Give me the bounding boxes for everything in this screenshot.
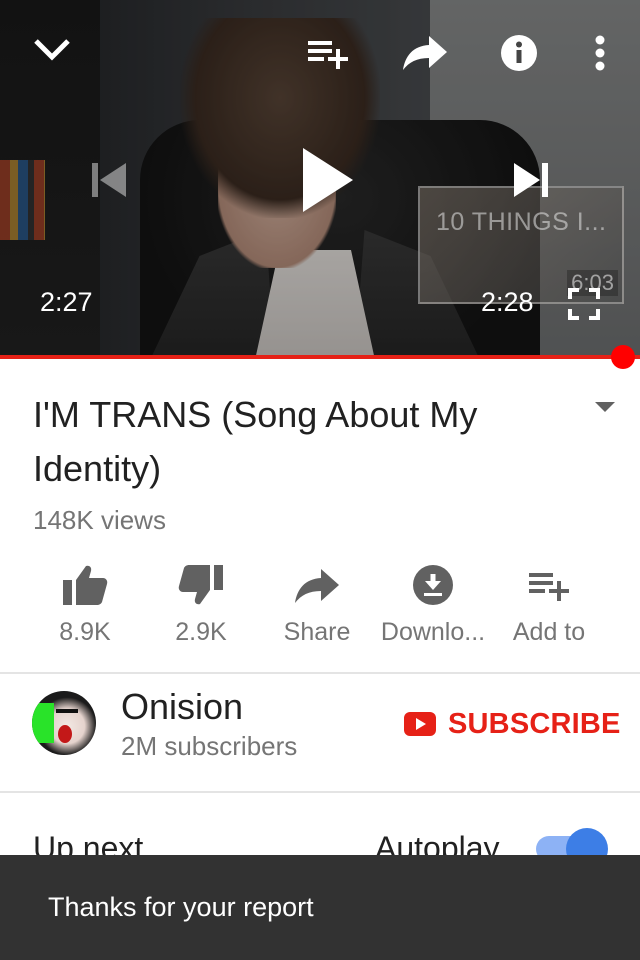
- play-icon: [303, 148, 353, 212]
- subscriber-count: 2M subscribers: [121, 731, 298, 761]
- fullscreen-button[interactable]: [566, 286, 602, 322]
- share-label: Share: [283, 618, 351, 646]
- add-to-playlist-icon: [308, 41, 348, 69]
- add-to-playlist-icon: [529, 573, 569, 601]
- divider: [0, 791, 640, 793]
- youtube-logo-icon: [404, 712, 436, 736]
- share-button[interactable]: Share: [258, 560, 376, 660]
- like-button[interactable]: 8.9K: [26, 560, 144, 660]
- channel-avatar[interactable]: [32, 691, 96, 755]
- share-icon: [403, 36, 447, 70]
- fullscreen-icon: [568, 288, 600, 320]
- action-bar: 8.9K 2.9K Share Downlo... Add to: [0, 560, 640, 660]
- expand-description-button[interactable]: [593, 400, 617, 419]
- subscribe-label: SUBSCRIBE: [448, 707, 621, 740]
- endcard-title: 10 THINGS I...: [436, 208, 607, 236]
- previous-button[interactable]: [84, 156, 132, 204]
- share-video-button[interactable]: [400, 30, 450, 74]
- chevron-down-icon: [34, 39, 70, 61]
- video-player[interactable]: 10 THINGS I... 6:03 2:27 2:28: [0, 0, 640, 358]
- divider: [0, 672, 640, 674]
- minimize-button[interactable]: [30, 32, 74, 68]
- video-title: I'M TRANS (Song About My Identity): [33, 394, 478, 489]
- channel-name[interactable]: Onision: [121, 686, 243, 728]
- subscribe-button[interactable]: SUBSCRIBE: [404, 704, 621, 744]
- info-icon: [501, 35, 537, 71]
- thumb-down-icon: [178, 565, 223, 605]
- next-button[interactable]: [508, 156, 556, 204]
- download-icon: [413, 565, 453, 605]
- end-time: 2:28: [481, 287, 534, 317]
- dislike-button[interactable]: 2.9K: [142, 560, 260, 660]
- snackbar: Thanks for your report: [0, 855, 640, 960]
- info-button[interactable]: [498, 32, 540, 74]
- skip-previous-icon: [92, 163, 126, 197]
- add-to-label: Add to: [512, 618, 586, 646]
- caret-down-icon: [595, 402, 615, 412]
- progress-scrubber[interactable]: [611, 345, 635, 369]
- play-button[interactable]: [295, 142, 359, 218]
- dislike-count: 2.9K: [175, 618, 227, 646]
- like-count: 8.9K: [59, 618, 111, 646]
- current-time: 2:27: [40, 287, 93, 317]
- download-label: Downlo...: [380, 618, 486, 646]
- add-to-playlist-button[interactable]: [305, 33, 351, 73]
- more-options-button[interactable]: [586, 32, 614, 74]
- add-to-button[interactable]: Add to: [490, 560, 608, 660]
- download-button[interactable]: Downlo...: [374, 560, 492, 660]
- share-icon: [295, 569, 339, 603]
- more-vert-icon: [595, 35, 605, 71]
- thumb-up-icon: [63, 565, 108, 605]
- view-count: 148K views: [33, 505, 166, 535]
- skip-next-icon: [514, 163, 548, 197]
- progress-bar[interactable]: [0, 355, 640, 359]
- snackbar-message: Thanks for your report: [48, 892, 314, 922]
